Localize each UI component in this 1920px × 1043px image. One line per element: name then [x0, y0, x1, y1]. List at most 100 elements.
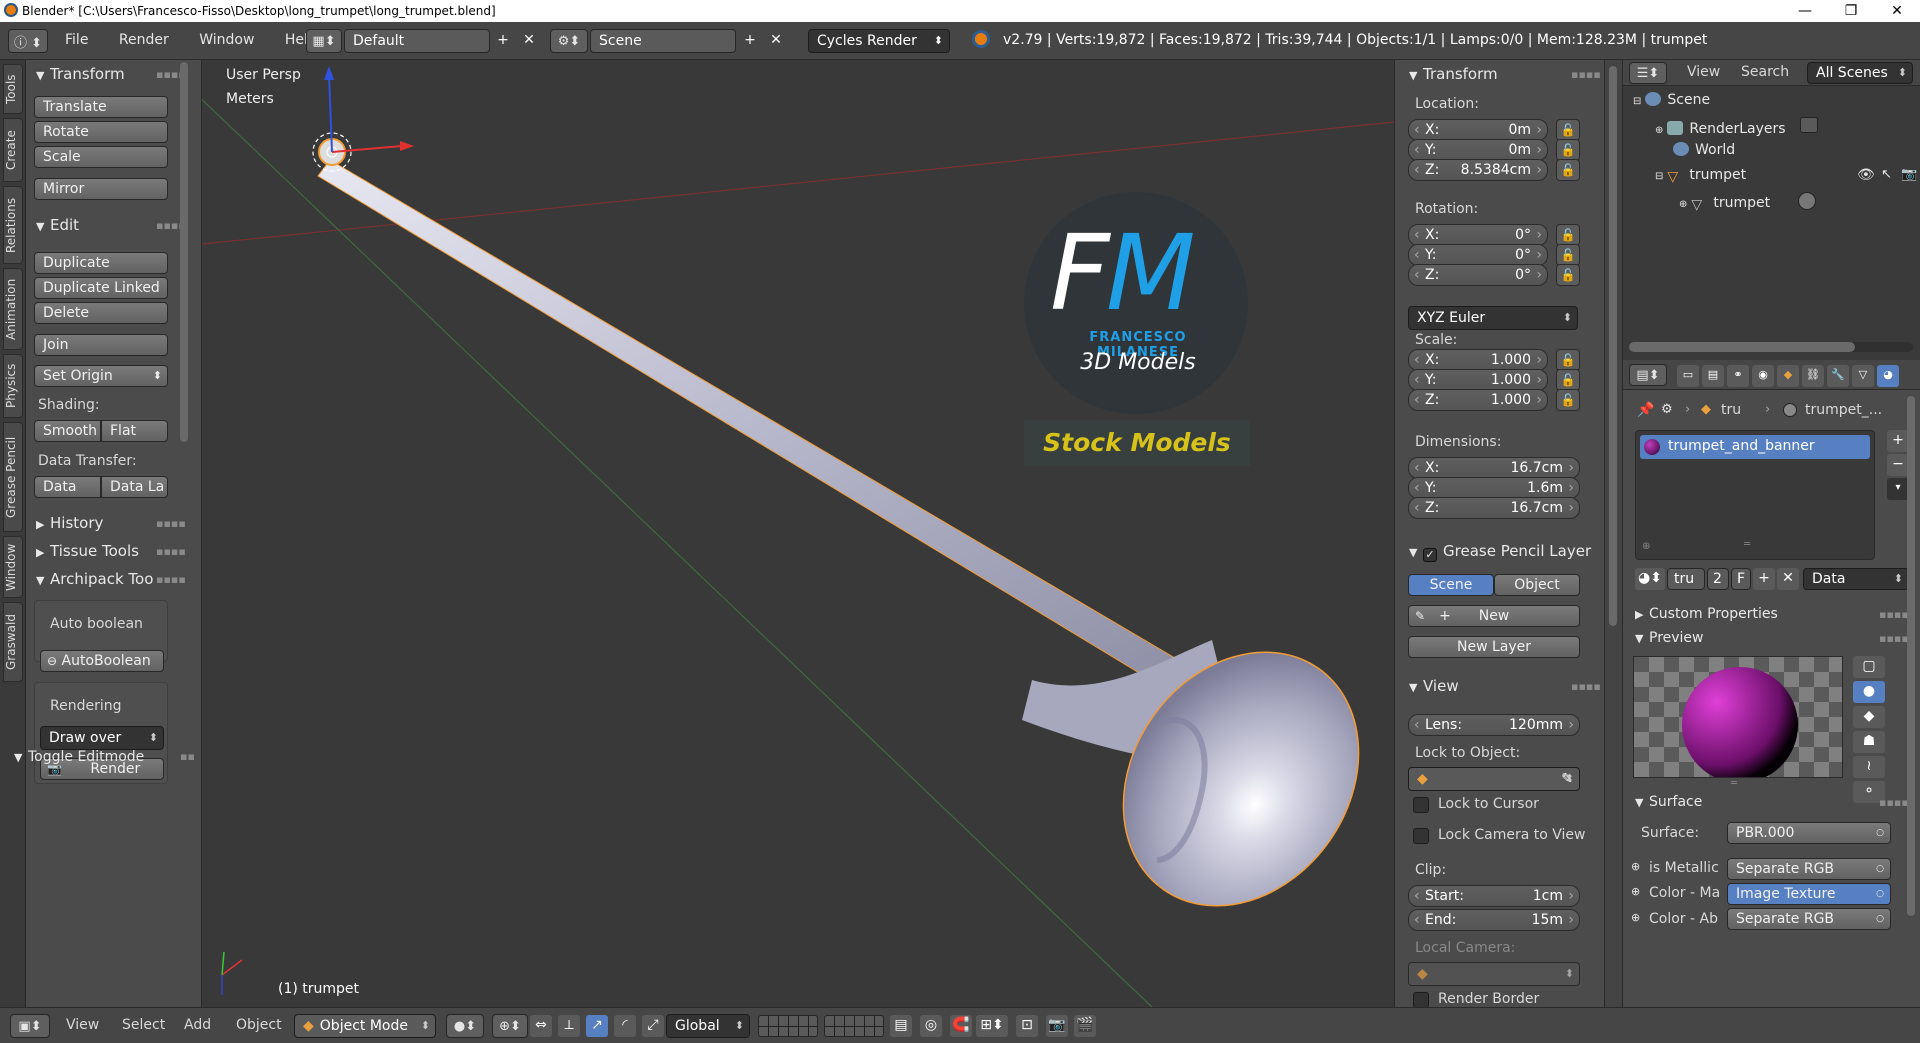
select-cursor-icon[interactable]: ↖ — [1881, 167, 1892, 182]
smooth-button[interactable]: Smooth — [34, 420, 101, 442]
rotate-manipulator-icon[interactable]: ◜ — [614, 1015, 636, 1037]
lock-icon[interactable]: 🔓 — [1556, 119, 1580, 141]
lock-to-cursor-checkbox[interactable] — [1413, 797, 1429, 813]
opengl-animation-icon[interactable]: 🎬 — [1074, 1015, 1096, 1037]
snap-target-icon[interactable]: ⊡ — [1016, 1015, 1038, 1037]
scene-field[interactable]: Scene — [590, 29, 736, 53]
menu-file[interactable]: File — [65, 32, 88, 48]
render-layers-tab-icon[interactable]: ▤ — [1702, 365, 1724, 387]
pin-icon[interactable]: 📌 — [1637, 402, 1654, 418]
grease-object-tab[interactable]: Object — [1494, 574, 1580, 596]
snap-toggle-icon[interactable]: 🧲 — [950, 1015, 972, 1037]
local-camera-field[interactable]: ◆ — [1408, 962, 1580, 986]
editor-type-3d-icon[interactable]: ▣⬍ — [10, 1014, 50, 1038]
list-filter-icon[interactable]: ⊕ — [1642, 541, 1650, 552]
material-slot-selected[interactable]: trumpet_and_banner — [1640, 435, 1870, 459]
tab-graswald[interactable]: Graswald — [3, 602, 23, 682]
tab-relations[interactable]: Relations — [3, 186, 23, 264]
3d-viewport[interactable]: User Persp Meters (1) trumpet FM FRANCES… — [202, 60, 1394, 1007]
color-ma-node-field[interactable]: Image Texture ○ — [1727, 883, 1891, 905]
panel-grip-icon[interactable]: ▪▪▪▪ — [156, 517, 186, 530]
menu-add[interactable]: Add — [184, 1017, 211, 1033]
add-scene-icon[interactable]: + — [739, 30, 761, 52]
color-ab-node-field[interactable]: Separate RGB ○ — [1727, 908, 1891, 930]
scale-y-field[interactable]: Y: 1.000 — [1408, 369, 1548, 391]
edit-panel-header[interactable]: ▼ Edit — [36, 213, 79, 237]
lock-icon[interactable]: 🔓 — [1556, 224, 1580, 246]
proportional-editing-icon[interactable]: ◎ — [920, 1015, 942, 1037]
material-sphere-icon[interactable] — [1798, 192, 1817, 210]
panel-grip-icon[interactable]: ▪▪▪▪ — [1879, 608, 1909, 621]
visibility-eye-icon[interactable]: 👁 — [1857, 167, 1875, 183]
scene-icon[interactable]: ⚙⬍ — [550, 29, 588, 53]
close-window-button[interactable]: ✕ — [1874, 0, 1920, 22]
translate-button[interactable]: Translate — [34, 96, 168, 118]
translate-manipulator-icon[interactable]: ⟂ — [558, 1015, 580, 1037]
clip-start-field[interactable]: Start: 1cm — [1408, 885, 1580, 907]
autoboolean-button[interactable]: ⊖ AutoBoolean — [40, 650, 164, 672]
rotate-button[interactable]: Rotate — [34, 121, 168, 143]
panel-grip-icon[interactable]: ▪▪▪▪ — [1879, 796, 1909, 809]
scale-z-field[interactable]: Z: 1.000 — [1408, 389, 1548, 411]
new-layer-button[interactable]: New Layer — [1408, 636, 1580, 658]
layer-lock-icon[interactable]: ▤ — [890, 1015, 912, 1037]
toolshelf-scrollbar[interactable] — [180, 62, 188, 442]
opengl-render-icon[interactable]: 📷 — [1046, 1015, 1068, 1037]
snap-element-icon[interactable]: ⊞⬍ — [976, 1015, 1008, 1037]
expand-input-icon[interactable]: ⊕ — [1631, 860, 1640, 873]
duplicate-linked-button[interactable]: Duplicate Linked — [34, 277, 168, 299]
preview-hair-icon[interactable]: ≀ — [1853, 756, 1885, 778]
render-border-checkbox[interactable] — [1413, 992, 1429, 1008]
render-tab-icon[interactable]: ▭ — [1677, 365, 1699, 387]
unlink-material-icon[interactable]: ✕ — [1777, 568, 1799, 590]
tab-animation[interactable]: Animation — [3, 268, 23, 350]
lock-icon[interactable]: 🔓 — [1556, 264, 1580, 286]
grease-new-button[interactable]: ✎ + New — [1408, 605, 1580, 627]
minimize-button[interactable]: — — [1782, 0, 1828, 22]
history-panel-header[interactable]: ▶ History — [36, 511, 103, 535]
custom-properties-header[interactable]: ▶ Custom Properties — [1635, 602, 1778, 626]
tab-window[interactable]: Window — [3, 536, 23, 598]
n-panel-scrollbar[interactable] — [1609, 66, 1617, 626]
lock-object-field[interactable]: ◆ ✎ — [1408, 767, 1580, 791]
maximize-button[interactable]: ❐ — [1828, 0, 1874, 22]
editor-type-info-icon[interactable]: ⓘ ⬍ — [8, 29, 48, 53]
menu-render[interactable]: Render — [119, 32, 169, 48]
manipulator-toggle-icon[interactable]: ⇔ — [530, 1015, 552, 1037]
world-tab-icon[interactable]: ◉ — [1752, 365, 1774, 387]
material-browse-icon[interactable]: ◕⬍ — [1635, 568, 1665, 590]
rotation-mode-dropdown[interactable]: XYZ Euler — [1408, 306, 1578, 330]
outliner-editor-type-icon[interactable]: ☰⬍ — [1629, 62, 1667, 84]
screen-layout-icon[interactable]: ▦⬍ — [306, 29, 342, 53]
list-resize-grip-icon[interactable]: ═ — [1744, 539, 1750, 550]
n-transform-header[interactable]: ▼ Transform — [1409, 62, 1498, 86]
layout-field[interactable]: Default — [344, 29, 490, 53]
panel-grip-icon[interactable]: ▪▪▪▪ — [156, 573, 186, 586]
slot-specials-icon[interactable]: ▾ — [1887, 478, 1909, 500]
material-slot-list[interactable]: trumpet_and_banner ⊕ ═ — [1635, 430, 1875, 560]
constraints-tab-icon[interactable]: ⛓ — [1802, 365, 1824, 387]
data-tab-icon[interactable]: ▽ — [1852, 365, 1874, 387]
scale-x-field[interactable]: X: 1.000 — [1408, 349, 1548, 371]
archipack-panel-header[interactable]: ▼ Archipack Too — [36, 567, 153, 591]
remove-layout-icon[interactable]: ✕ — [518, 30, 540, 52]
preview-monkey-icon[interactable]: ☗ — [1853, 731, 1885, 753]
add-slot-icon[interactable]: + — [1887, 430, 1909, 452]
menu-select[interactable]: Select — [122, 1017, 165, 1033]
location-y-field[interactable]: Y: 0m — [1408, 139, 1548, 161]
surface-header[interactable]: ▼ Surface — [1635, 790, 1702, 814]
outliner-scene-row[interactable]: ⊟ Scene — [1633, 92, 1710, 108]
outliner-world-row[interactable]: World — [1673, 142, 1735, 158]
tab-create[interactable]: Create — [3, 118, 23, 182]
expand-input-icon[interactable]: ⊕ — [1631, 911, 1640, 924]
render-engine-dropdown[interactable]: Cycles Render ⬍ — [808, 29, 950, 53]
set-origin-dropdown[interactable]: Set Origin ⬍ — [34, 365, 168, 387]
rotation-y-field[interactable]: Y: 0° — [1408, 244, 1548, 266]
preview-resize-grip-icon[interactable]: ═ — [1731, 778, 1737, 789]
menu-view[interactable]: View — [66, 1017, 99, 1033]
dimensions-y-field[interactable]: Y: 1.6m — [1408, 477, 1580, 499]
expand-input-icon[interactable]: ⊕ — [1631, 885, 1640, 898]
panel-grip-icon[interactable]: ▪▪▪▪ — [1571, 680, 1601, 693]
scale-manipulator-icon[interactable]: ⤢ — [642, 1015, 664, 1037]
remove-slot-icon[interactable]: − — [1887, 454, 1909, 476]
